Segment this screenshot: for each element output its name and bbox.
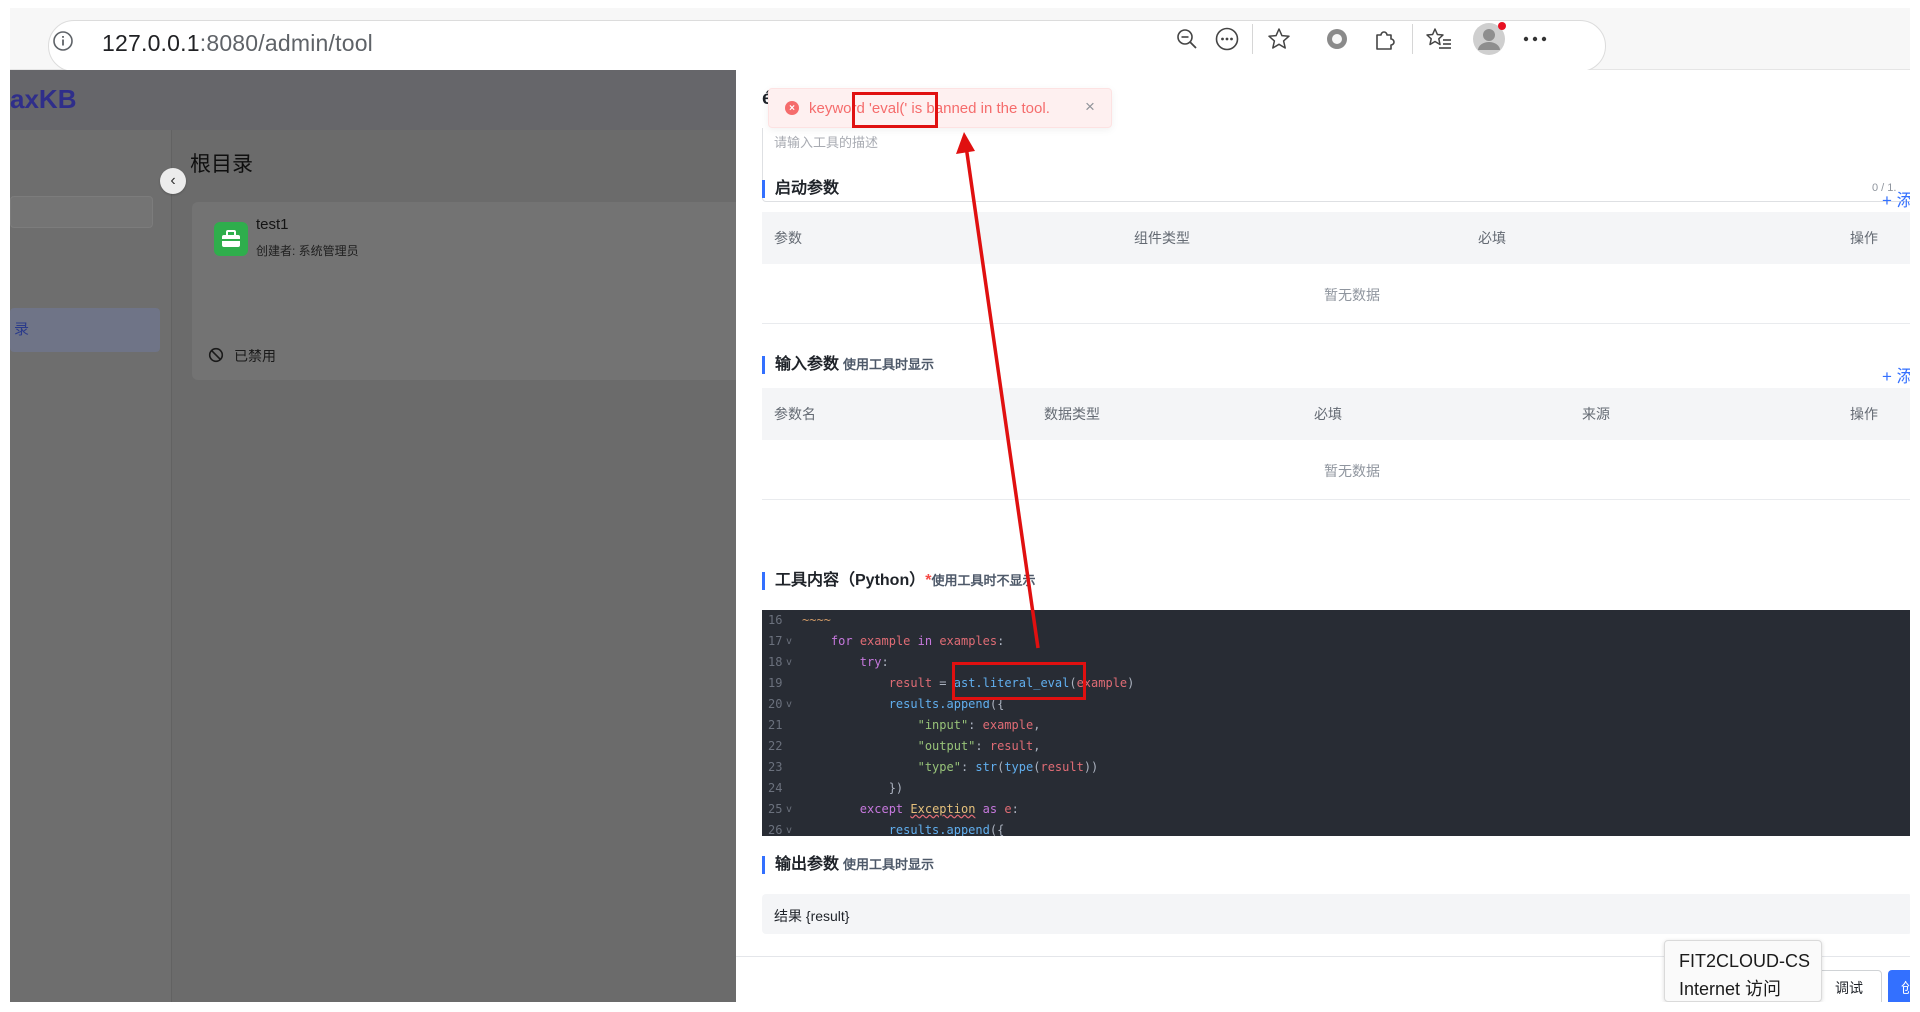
screenshot-border bbox=[1910, 0, 1920, 1012]
screenshot-border bbox=[0, 1002, 1920, 1012]
annotation-arrow bbox=[956, 132, 1040, 649]
tooltip-line: Internet 访问 bbox=[1679, 979, 1782, 999]
network-tooltip: FIT2CLOUD-CS Internet 访问 bbox=[1664, 940, 1822, 1002]
tooltip-line: FIT2CLOUD-CS bbox=[1679, 951, 1811, 971]
screenshot-border bbox=[0, 0, 10, 1012]
